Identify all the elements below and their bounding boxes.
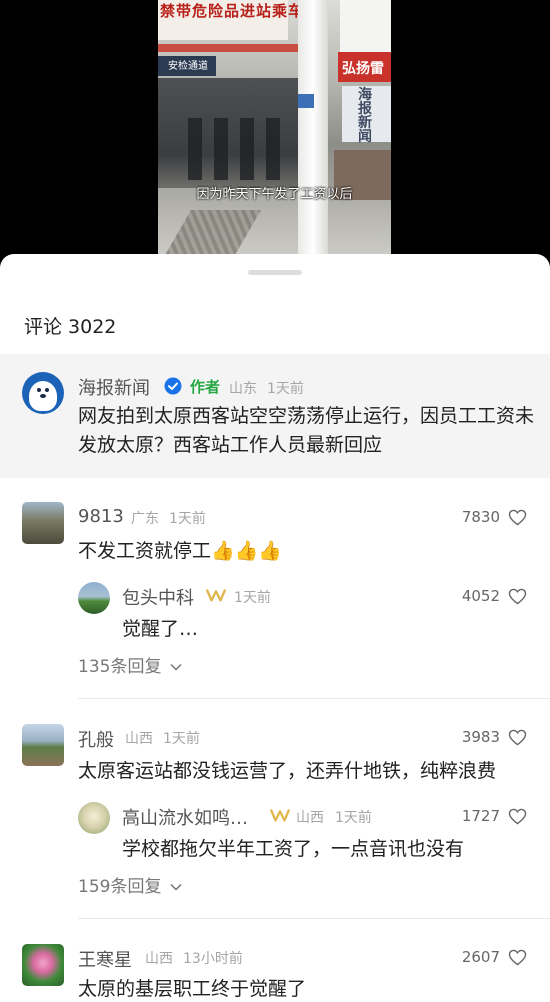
reply-text: 觉醒了… bbox=[122, 618, 199, 640]
blue-sign bbox=[298, 94, 314, 108]
reply-time: 1天前 bbox=[335, 810, 372, 826]
more-replies-label: 159条回复 bbox=[78, 877, 162, 897]
avatar[interactable] bbox=[22, 502, 64, 544]
more-replies-link[interactable]: 135条回复 bbox=[78, 652, 182, 677]
red-slogan-text: 弘扬雷 bbox=[342, 61, 384, 77]
chevron-down-icon bbox=[170, 883, 182, 891]
comment-text: 太原的基层职工终于觉醒了 bbox=[78, 978, 307, 1000]
reply-location: 山西 bbox=[296, 810, 324, 826]
video-player[interactable]: 禁带危险品进站乘车 安检通道 弘扬雷 海报新闻 因为昨天下午发了工资以后 bbox=[0, 0, 550, 262]
comment-location: 山西 bbox=[145, 951, 173, 967]
chevron-down-icon bbox=[170, 663, 182, 671]
station-banner: 禁带危险品进站乘车 bbox=[158, 0, 303, 40]
divider bbox=[78, 918, 550, 919]
like-count: 4052 bbox=[461, 587, 500, 605]
vip-badge-icon bbox=[206, 589, 226, 602]
sheet-drag-handle[interactable] bbox=[248, 270, 302, 275]
comment-time: 1天前 bbox=[163, 731, 200, 747]
author-time: 1天前 bbox=[267, 381, 304, 397]
comment-username[interactable]: 9813 bbox=[78, 506, 124, 527]
comment-location: 广东 bbox=[131, 511, 159, 527]
heart-icon[interactable] bbox=[508, 509, 527, 526]
vip-badge-icon bbox=[270, 809, 290, 822]
comment-text: 不发工资就停工👍👍👍 bbox=[78, 540, 282, 562]
comment-time: 1天前 bbox=[169, 511, 206, 527]
hall-door bbox=[266, 118, 280, 180]
security-gate-text: 安检通道 bbox=[168, 61, 208, 72]
comments-count-title: 评论 3022 bbox=[24, 316, 117, 338]
hall-door bbox=[188, 118, 202, 180]
avatar[interactable] bbox=[78, 802, 110, 834]
author-location: 山东 bbox=[229, 381, 257, 397]
avatar[interactable] bbox=[22, 724, 64, 766]
reply-username[interactable]: 高山流水如鸣… bbox=[122, 804, 248, 830]
author-post[interactable]: 海报新闻 作者 山东 1天前 网友拍到太原西客站空空荡荡停止运行，因员工工资未发… bbox=[0, 354, 550, 478]
heart-icon[interactable] bbox=[508, 949, 527, 966]
heart-icon[interactable] bbox=[508, 588, 527, 605]
more-replies-link[interactable]: 159条回复 bbox=[78, 872, 182, 897]
seal-eye bbox=[37, 388, 41, 392]
avatar[interactable] bbox=[22, 944, 64, 986]
heart-icon[interactable] bbox=[508, 808, 527, 825]
comment-username[interactable]: 王寒星 bbox=[78, 946, 132, 972]
video-frame[interactable]: 禁带危险品进站乘车 安检通道 弘扬雷 海报新闻 因为昨天下午发了工资以后 bbox=[158, 0, 391, 262]
heart-icon[interactable] bbox=[508, 729, 527, 746]
comment-username[interactable]: 孔般 bbox=[78, 726, 114, 752]
reply-time: 1天前 bbox=[234, 590, 271, 606]
hall-door bbox=[214, 118, 228, 180]
like-count: 3983 bbox=[461, 728, 500, 746]
verified-icon bbox=[164, 377, 182, 395]
security-gate-sign: 安检通道 bbox=[158, 56, 216, 76]
author-name[interactable]: 海报新闻 bbox=[78, 374, 150, 400]
author-avatar[interactable] bbox=[22, 372, 64, 414]
comment-text: 太原客运站都没钱运营了，还弄什地铁，纯粹浪费 bbox=[78, 760, 497, 782]
comment-time: 13小时前 bbox=[183, 951, 243, 967]
seal-nose bbox=[40, 394, 46, 398]
seal-eye bbox=[45, 388, 49, 392]
avatar[interactable] bbox=[78, 582, 110, 614]
like-count: 7830 bbox=[461, 508, 500, 526]
author-badge: 作者 bbox=[190, 378, 221, 396]
divider bbox=[78, 698, 550, 699]
comment-sheet: 评论 3022 海报新闻 作者 山东 1天前 网友拍到太原西客站空空荡荡停止运行… bbox=[0, 254, 550, 1002]
red-slogan-board: 弘扬雷 bbox=[338, 52, 391, 82]
like-count: 2607 bbox=[461, 948, 500, 966]
notice-board bbox=[340, 0, 391, 52]
station-banner-text: 禁带危险品进站乘车 bbox=[160, 2, 305, 20]
hall-door bbox=[240, 118, 254, 180]
more-replies-label: 135条回复 bbox=[78, 657, 162, 677]
poster-text: 海报新闻 bbox=[358, 87, 372, 145]
pillar bbox=[298, 0, 328, 262]
reply-username[interactable]: 包头中科 bbox=[122, 584, 194, 610]
author-post-text: 网友拍到太原西客站空空荡荡停止运行，因员工工资未发放太原？西客站工作人员最新回应 bbox=[78, 405, 535, 456]
red-strip bbox=[158, 44, 298, 52]
reply-text: 学校都拖欠半年工资了，一点音讯也没有 bbox=[122, 838, 465, 860]
like-count: 1727 bbox=[461, 807, 500, 825]
comment-location: 山西 bbox=[125, 731, 153, 747]
video-subtitle: 因为昨天下午发了工资以后 bbox=[196, 187, 353, 202]
